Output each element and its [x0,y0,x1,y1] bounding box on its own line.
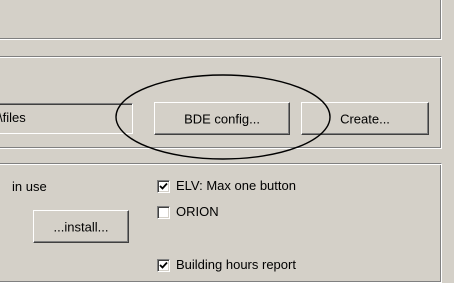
annotation-ellipse [115,74,331,160]
